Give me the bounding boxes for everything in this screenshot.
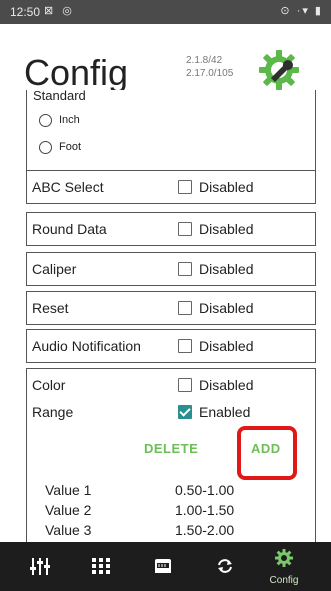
reset-checkbox-label: Disabled xyxy=(199,300,254,316)
range-value-1: 0.50-1.00 xyxy=(175,482,235,498)
sync-icon xyxy=(218,559,232,573)
gear-icon xyxy=(275,549,293,567)
nav-grid[interactable] xyxy=(77,542,125,591)
range-name-1: Value 1 xyxy=(45,482,92,498)
range-name-2: Value 2 xyxy=(45,502,92,518)
sliders-icon xyxy=(30,558,50,575)
radio-foot-label: Foot xyxy=(59,141,82,153)
app-header: Config 2.1.8/42 2.17.0/105 xyxy=(0,24,331,93)
version-line-1: 2.1.8/42 xyxy=(186,55,223,66)
config-logo-icon xyxy=(259,50,299,90)
add-button[interactable]: ADD xyxy=(251,441,281,456)
bottom-nav-bar: Config xyxy=(0,542,331,591)
color-label: Color xyxy=(32,377,66,393)
status-time: 12:50 xyxy=(10,5,41,19)
version-info: 2.1.8/42 2.17.0/105 xyxy=(186,54,233,80)
color-range-section: Color Disabled Range Enabled DELETE ADD … xyxy=(26,368,316,542)
page-title: Config xyxy=(24,52,129,93)
radio-inch-label: Inch xyxy=(59,114,80,126)
nav-sliders[interactable] xyxy=(16,542,64,591)
color-checkbox-label: Disabled xyxy=(199,377,254,393)
audio-notification-checkbox-label: Disabled xyxy=(199,338,254,354)
grid-icon xyxy=(92,558,110,574)
settings-scroll-area[interactable]: Standard Inch Foot ABC Select Disabled R… xyxy=(26,90,316,542)
abc-select-row: ABC Select Disabled xyxy=(26,170,316,204)
round-data-label: Round Data xyxy=(32,221,107,237)
radio-circle[interactable] xyxy=(39,141,52,154)
reset-checkbox[interactable] xyxy=(178,301,192,315)
round-data-checkbox[interactable] xyxy=(178,222,192,236)
caliper-checkbox[interactable] xyxy=(178,262,192,276)
range-name-3: Value 3 xyxy=(45,522,92,538)
range-label: Range xyxy=(32,404,74,420)
abc-select-label: ABC Select xyxy=(32,179,104,195)
range-checkbox[interactable] xyxy=(178,405,192,419)
nav-config-label: Config xyxy=(269,575,299,586)
reset-row: Reset Disabled xyxy=(26,291,316,325)
audio-notification-row: Audio Notification Disabled xyxy=(26,329,316,363)
audio-notification-label: Audio Notification xyxy=(32,338,141,354)
round-data-checkbox-label: Disabled xyxy=(199,221,254,237)
notification-icons: ⊠ ◎ xyxy=(44,5,75,17)
abc-select-checkbox[interactable] xyxy=(178,180,192,194)
round-data-row: Round Data Disabled xyxy=(26,212,316,246)
abc-select-checkbox-label: Disabled xyxy=(199,179,254,195)
range-value-3: 1.50-2.00 xyxy=(175,522,235,538)
caliper-label: Caliper xyxy=(32,261,77,277)
range-value-2: 1.00-1.50 xyxy=(175,502,235,518)
range-checkbox-label: Enabled xyxy=(199,404,251,420)
nav-sync[interactable] xyxy=(201,542,249,591)
status-bar: 12:50 ⊠ ◎ ⊙ ·▾ ▮ xyxy=(0,0,331,24)
reset-label: Reset xyxy=(32,300,69,316)
color-checkbox[interactable] xyxy=(178,378,192,392)
radio-circle[interactable] xyxy=(39,114,52,127)
caliper-checkbox-label: Disabled xyxy=(199,261,254,277)
audio-notification-checkbox[interactable] xyxy=(178,339,192,353)
units-section: Standard Inch Foot xyxy=(26,90,316,176)
units-label: Standard xyxy=(33,90,86,103)
nav-device[interactable] xyxy=(139,542,187,591)
version-line-2: 2.17.0/105 xyxy=(186,68,234,79)
device-icon xyxy=(155,559,171,573)
caliper-row: Caliper Disabled xyxy=(26,252,316,286)
nav-config[interactable]: Config xyxy=(260,542,308,591)
delete-button[interactable]: DELETE xyxy=(144,441,198,456)
status-right-icons: ⊙ ·▾ ▮ xyxy=(280,5,323,17)
